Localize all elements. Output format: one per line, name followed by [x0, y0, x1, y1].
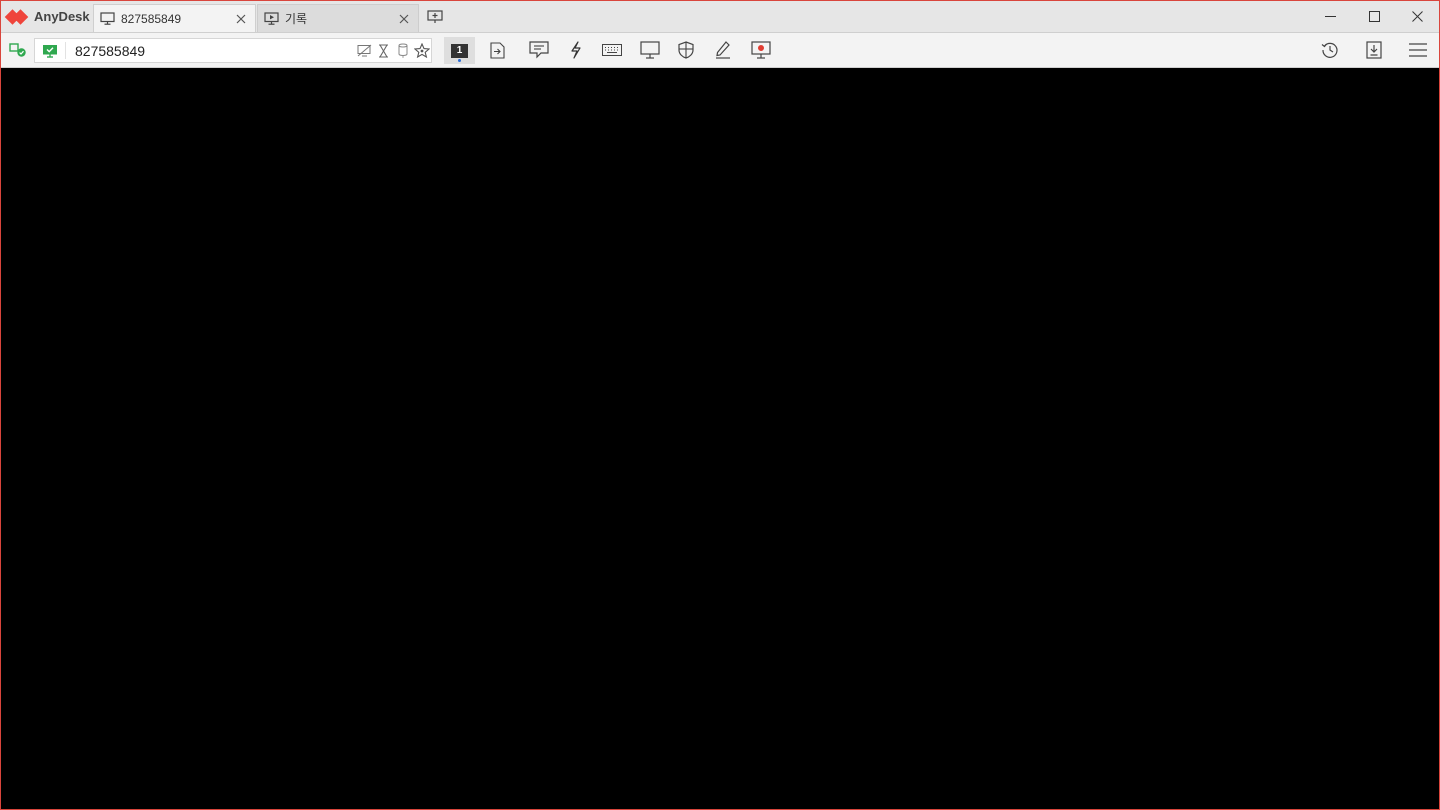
anydesk-window: AnyDesk 827585849 기록 827585849 1 — [0, 0, 1440, 810]
history-button[interactable] — [1317, 33, 1343, 67]
hourglass-icon[interactable] — [374, 40, 393, 62]
minimize-icon — [1324, 16, 1336, 17]
favorite-star-icon[interactable] — [412, 40, 431, 62]
address-value[interactable]: 827585849 — [75, 43, 355, 59]
download-icon — [1366, 41, 1382, 59]
keyboard-icon — [602, 44, 622, 56]
app-name: AnyDesk — [34, 9, 90, 24]
display-number: 1 — [451, 43, 468, 58]
address-divider — [65, 42, 66, 59]
close-icon[interactable] — [230, 8, 252, 30]
chat-button[interactable] — [526, 33, 552, 67]
remote-monitor-icon — [35, 44, 65, 58]
remote-desktop-view[interactable] — [1, 68, 1439, 809]
permissions-button[interactable] — [675, 33, 697, 67]
recording-icon — [264, 12, 279, 25]
display-settings-button[interactable] — [637, 33, 663, 67]
close-icon — [1411, 11, 1423, 22]
keyboard-button[interactable] — [599, 33, 625, 67]
lightning-icon — [571, 41, 581, 59]
add-tab-icon — [427, 10, 443, 23]
tab-label: 기록 — [285, 12, 308, 26]
minimize-button[interactable] — [1308, 1, 1352, 32]
record-session-button[interactable] — [748, 33, 774, 67]
whiteboard-button[interactable] — [712, 33, 734, 67]
history-icon — [1321, 42, 1338, 58]
display-active-indicator — [458, 59, 461, 62]
address-bar[interactable]: 827585849 — [34, 38, 432, 63]
tab-recording[interactable]: 기록 — [257, 4, 419, 32]
install-button[interactable] — [1361, 33, 1387, 67]
file-transfer-icon — [489, 41, 505, 59]
chat-icon — [529, 41, 549, 59]
app-brand: AnyDesk — [4, 1, 90, 32]
main-menu-button[interactable] — [1405, 33, 1431, 67]
new-tab-button[interactable] — [424, 7, 446, 27]
database-icon[interactable] — [393, 40, 412, 62]
tab-label: 827585849 — [121, 11, 182, 26]
actions-button[interactable] — [565, 33, 587, 67]
pen-icon — [716, 41, 730, 59]
record-icon — [751, 41, 771, 59]
image-quality-off-icon[interactable] — [355, 40, 374, 62]
connection-status-button[interactable] — [5, 33, 30, 67]
display-select-button[interactable]: 1 — [444, 37, 475, 64]
file-transfer-button[interactable] — [485, 33, 509, 67]
close-icon[interactable] — [393, 8, 415, 30]
display-icon — [640, 41, 660, 59]
connection-status-icon — [8, 43, 26, 57]
session-toolbar: 827585849 1 — [1, 33, 1439, 68]
maximize-icon — [1368, 11, 1380, 22]
shield-icon — [678, 41, 694, 59]
anydesk-logo-icon — [4, 8, 29, 25]
tab-session-827585849[interactable]: 827585849 — [93, 4, 256, 32]
close-window-button[interactable] — [1395, 1, 1439, 32]
maximize-button[interactable] — [1352, 1, 1396, 32]
hamburger-menu-icon — [1409, 43, 1427, 57]
title-bar: AnyDesk 827585849 기록 — [1, 1, 1439, 33]
monitor-icon — [100, 12, 115, 25]
